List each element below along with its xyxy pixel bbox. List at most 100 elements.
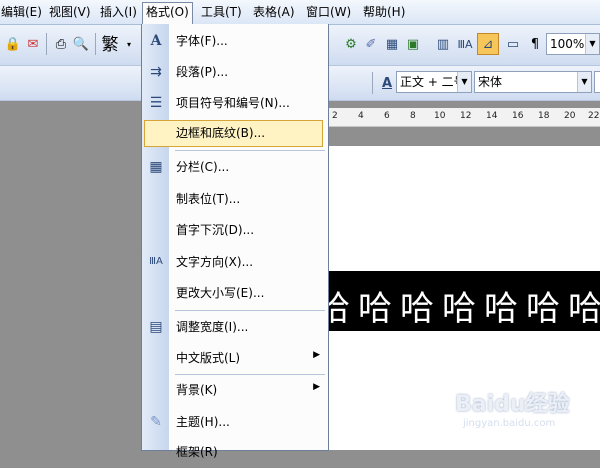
menu-insert[interactable]: 插入(I) [97,3,140,21]
menu-item-frames[interactable]: 框架(R) [142,437,328,468]
format-menu: A 字体(F)... ⇉ 段落(P)... ☰ 项目符号和编号(N)... 边框… [141,24,329,459]
ruler-label: 20 [564,111,576,121]
chevron-down-icon[interactable]: ▼ [577,72,591,92]
document-char: 哈 [526,289,560,329]
menu-item-bullets-numbering[interactable]: ☰ 项目符号和编号(N)... [142,88,328,119]
menu-table[interactable]: 表格(A) [250,3,298,21]
style-value: 正文 + 二号 [400,75,466,89]
adjust-width-icon: ▤ [149,319,163,335]
menu-item-adjust-width[interactable]: ▤ 调整宽度(I)... [142,312,328,343]
ruler-label: 4 [358,111,364,121]
font-icon: A [150,33,162,49]
menu-edit[interactable]: 编辑(E) [0,3,45,21]
document-char: 哈 [400,289,434,329]
menu-separator [175,150,325,151]
font-combo[interactable]: 宋体 ▼ [474,71,592,93]
watermark-brand: Baidu经验 [455,392,570,417]
font-value: 宋体 [478,75,503,89]
hyperlink-icon[interactable]: ⚙ [342,35,360,53]
menu-help[interactable]: 帮助(H) [360,3,408,21]
shaded-text-line[interactable]: 哈 哈 哈 哈 哈 哈 哈 [316,271,600,331]
print-icon[interactable]: ⎙ [52,35,70,53]
menu-item-label: 调整宽度(I)... [176,320,249,334]
menu-bar: 编辑(E) 视图(V) 插入(I) 格式(O) 工具(T) 表格(A) 窗口(W… [0,0,600,25]
menu-item-label: 背景(K) [176,383,218,397]
left-gutter [0,126,142,450]
styles-icon[interactable]: A [378,74,396,92]
show-hide-icon[interactable]: ¶ [526,35,544,53]
toolbar-separator [95,33,96,55]
menu-item-theme[interactable]: ✎ 主题(H)... [142,407,328,438]
ruler-label: 2 [332,111,338,121]
document-char: 哈 [358,289,392,329]
paragraph-icon: ⇉ [150,64,162,80]
horizontal-ruler[interactable]: 2 4 6 8 10 12 14 16 18 20 22 [326,108,600,127]
font-size-combo[interactable] [594,71,600,93]
menu-item-label: 字体(F)... [176,34,228,48]
columns-icon[interactable]: ▥ [434,35,452,53]
menu-item-label: 文字方向(X)... [176,255,254,269]
menu-separator [175,310,325,311]
submenu-arrow-icon: ▶ [313,350,320,360]
text-direction-icon[interactable]: ⅢA [456,35,474,53]
document-char: 哈 [568,289,600,329]
menu-item-label: 边框和底纹(B)... [176,126,266,140]
lock-icon[interactable]: ✉ [24,35,42,53]
zoom-combo[interactable]: 100% ▼ [546,33,600,55]
menu-item-label: 首字下沉(D)... [176,223,255,237]
chevron-down-icon[interactable]: ▼ [585,34,599,54]
insert-excel-icon[interactable]: ▣ [404,35,422,53]
menu-item-paragraph[interactable]: ⇉ 段落(P)... [142,57,328,88]
menu-item-text-direction[interactable]: ⅢA 文字方向(X)... [142,247,328,278]
menu-item-label: 项目符号和编号(N)... [176,96,290,110]
document-map-icon[interactable]: ▭ [504,35,522,53]
menu-format[interactable]: 格式(O) [142,2,193,24]
style-combo[interactable]: 正文 + 二号 ▼ [396,71,472,93]
menu-item-columns[interactable]: ▦ 分栏(C)... [142,152,328,183]
menu-tools[interactable]: 工具(T) [198,3,245,21]
menu-item-change-case[interactable]: 更改大小写(E)... [142,278,328,309]
submenu-arrow-icon: ▶ [313,382,320,392]
menu-window[interactable]: 窗口(W) [303,3,354,21]
document-char: 哈 [442,289,476,329]
toolbar-separator [372,72,373,94]
document-char: 哈 [484,289,518,329]
menu-item-label: 中文版式(L) [176,351,241,365]
ruler-label: 14 [486,111,498,121]
baidu-watermark: Baidu经验 jingyan.baidu.com [455,380,595,440]
ruler-label: 22 [588,111,600,121]
menu-item-label: 制表位(T)... [176,192,241,206]
ruler-label: 10 [434,111,446,121]
bullets-icon: ☰ [149,95,163,111]
menu-item-label: 更改大小写(E)... [176,286,265,300]
ruler-label: 6 [384,111,390,121]
menu-item-asian-layout[interactable]: 中文版式(L) ▶ [142,343,328,374]
menu-item-drop-cap[interactable]: 首字下沉(D)... [142,215,328,246]
ruler-label: 18 [538,111,550,121]
ruler-label: 12 [460,111,472,121]
insert-table-icon[interactable]: ▦ [383,35,401,53]
drawing-icon[interactable]: ⊿ [477,33,499,55]
menu-item-label: 框架(R) [176,445,218,459]
ruler-label: 8 [410,111,416,121]
traditional-chinese-button[interactable]: 繁 [99,33,121,55]
menu-item-background[interactable]: 背景(K) ▶ [142,375,328,406]
text-direction-icon: ⅢA [149,256,163,267]
theme-icon: ✎ [150,414,162,430]
columns-icon: ▦ [149,159,163,175]
menu-item-font[interactable]: A 字体(F)... [142,26,328,57]
menu-item-label: 分栏(C)... [176,160,230,174]
watermark-url: jingyan.baidu.com [463,418,556,429]
print-preview-icon[interactable]: 🔍 [72,35,90,53]
menu-item-borders-shading[interactable]: 边框和底纹(B)... [142,118,328,149]
menu-view[interactable]: 视图(V) [46,3,94,21]
menu-item-tabs[interactable]: 制表位(T)... [142,184,328,215]
chevron-down-icon[interactable]: ▼ [457,72,471,92]
menu-item-label: 主题(H)... [176,415,230,429]
zoom-value: 100% [550,37,585,51]
toolbar-separator [46,33,47,55]
chevron-down-icon[interactable]: ▾ [120,35,138,53]
permission-icon[interactable]: 🔒 [4,35,22,53]
ruler-label: 16 [512,111,524,121]
tables-borders-icon[interactable]: ✐ [362,35,380,53]
